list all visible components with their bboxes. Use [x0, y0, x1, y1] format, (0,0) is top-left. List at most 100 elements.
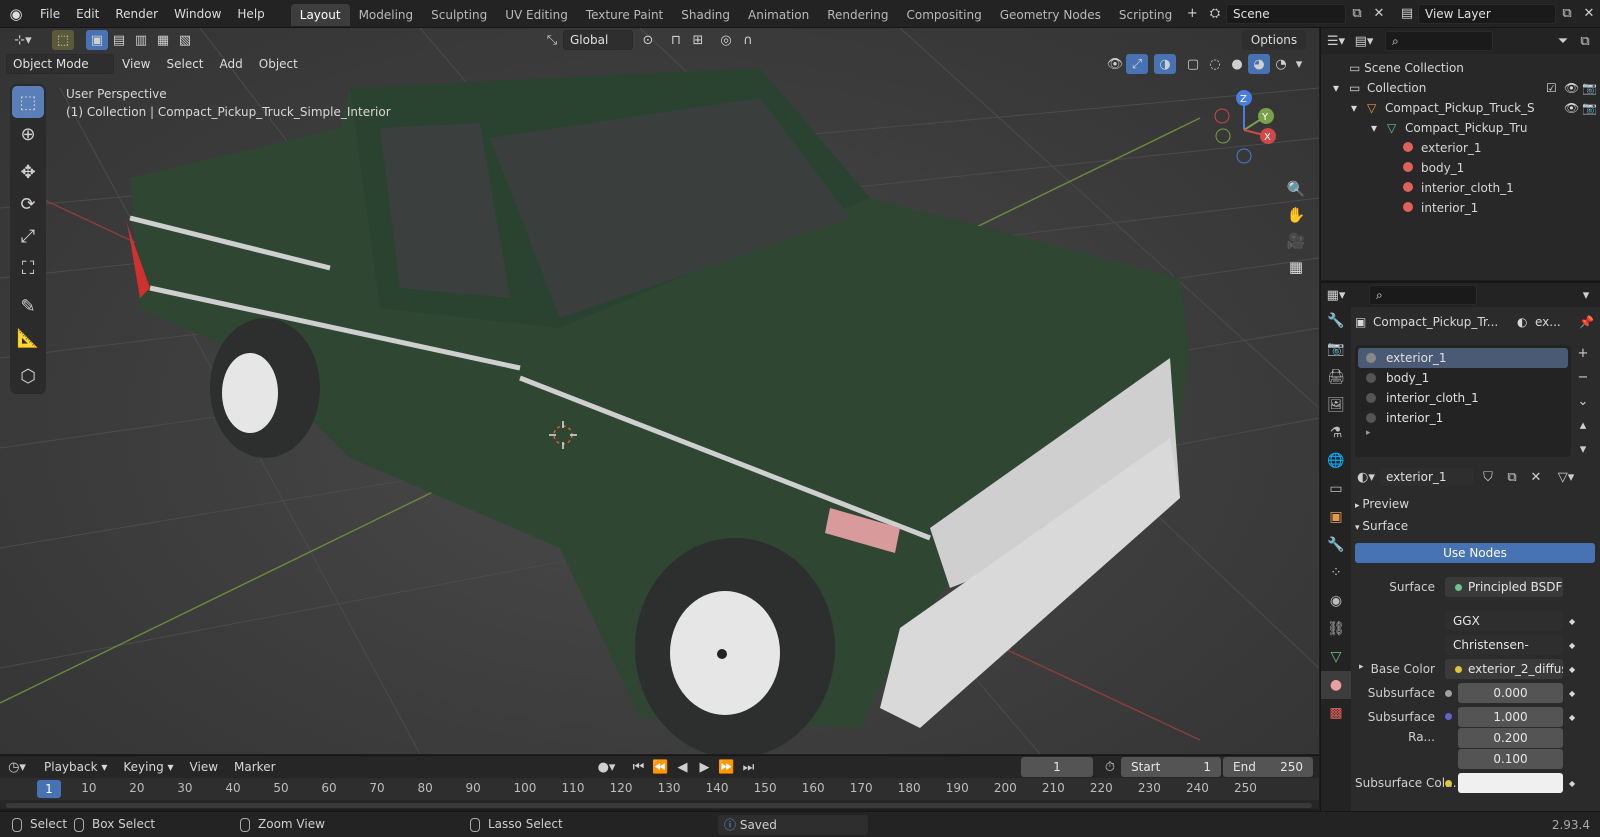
slot-specials-icon[interactable]: ⌄ [1572, 391, 1594, 411]
tree-item-mesh[interactable]: ▾ ▽ Compact_Pickup_Tru [1321, 118, 1600, 138]
pan-hand-icon[interactable]: ✋ [1283, 202, 1309, 228]
select-box-tool-icon[interactable]: ⬚ [12, 86, 44, 118]
transform-orientation-icon[interactable]: ⤡ [541, 30, 563, 50]
properties-editor-icon[interactable]: ▦▾ [1325, 285, 1347, 305]
jump-start-icon[interactable]: ⏮ [628, 757, 650, 777]
surface-panel-header[interactable]: ▾ Surface [1355, 515, 1595, 537]
move-slot-up-icon[interactable]: ▴ [1572, 415, 1594, 435]
shading-rendered-icon[interactable]: ◔ [1270, 54, 1292, 74]
shading-material-icon[interactable]: ◕ [1248, 54, 1270, 74]
menu-help[interactable]: Help [229, 0, 272, 28]
select-mode-invert-icon[interactable]: ▦ [152, 30, 174, 50]
zoom-icon[interactable]: 🔍 [1283, 176, 1309, 202]
base-color-expand-icon[interactable]: ▸ [1359, 662, 1364, 672]
move-tool-icon[interactable]: ✥ [12, 156, 44, 188]
tree-item-scene-collection[interactable]: ▭ Scene Collection [1321, 58, 1600, 78]
scene-tab-icon[interactable]: ⚗ [1321, 419, 1351, 447]
select-mode-new-icon[interactable]: ▣ [86, 30, 108, 50]
link-type-icon[interactable]: ▽▾ [1555, 467, 1577, 487]
menu-edit[interactable]: Edit [68, 0, 107, 28]
subsurface-method-select[interactable]: Christensen-Burley [1445, 635, 1563, 672]
view-layer-icon[interactable]: ▤ [1396, 4, 1418, 24]
menu-file[interactable]: File [32, 0, 68, 28]
tab-texture-paint[interactable]: Texture Paint [577, 4, 672, 26]
object-expand-icon[interactable]: ▾ [1351, 98, 1367, 118]
constraints-tab-icon[interactable]: ⛓ [1321, 615, 1351, 643]
subsurface-radius-y-field[interactable]: 0.200 [1458, 728, 1563, 748]
navigation-gizmo[interactable]: Z Y X [1206, 88, 1286, 168]
subsurface-field[interactable]: 0.000 [1458, 683, 1563, 703]
pivot-point-icon[interactable]: ⊙ [637, 30, 659, 50]
snap-icon[interactable]: ⊓ [665, 30, 687, 50]
menu-select[interactable]: Select [158, 53, 211, 75]
add-slot-icon[interactable]: + [1572, 343, 1594, 363]
object-tab-icon[interactable]: ▣ [1321, 503, 1351, 531]
subsurface-radius-x-field[interactable]: 1.000 [1458, 707, 1563, 727]
display-mode-icon[interactable]: ▤▾ [1353, 31, 1375, 51]
end-frame-field[interactable]: End 250 [1223, 757, 1313, 777]
object-camera-icon[interactable]: 📷 [1582, 98, 1600, 118]
rotate-tool-icon[interactable]: ⟳ [12, 188, 44, 220]
properties-options-icon[interactable]: ▾ [1575, 285, 1597, 305]
view-layer-selector[interactable]: View Layer [1418, 3, 1556, 24]
tree-item-material[interactable]: interior_cloth_1 [1321, 178, 1600, 198]
menu-view[interactable]: View [114, 53, 158, 75]
select-mode-subtract-icon[interactable]: ▥ [130, 30, 152, 50]
options-button[interactable]: Options [1242, 30, 1306, 50]
tree-item-material[interactable]: exterior_1 [1321, 138, 1600, 158]
preview-range-icon[interactable]: ⏱ [1099, 757, 1121, 777]
delete-view-layer-icon[interactable]: ✕ [1578, 4, 1600, 24]
tab-rendering[interactable]: Rendering [818, 4, 897, 26]
use-nodes-button[interactable]: Use Nodes [1355, 543, 1595, 563]
snap-target-icon[interactable]: ⊞ [687, 30, 709, 50]
move-slot-down-icon[interactable]: ▾ [1572, 439, 1594, 459]
menu-add[interactable]: Add [212, 53, 251, 75]
menu-playback[interactable]: Playback ▾ [36, 756, 115, 778]
tab-compositing[interactable]: Compositing [897, 4, 990, 26]
jump-end-icon[interactable]: ⏭ [738, 757, 760, 777]
proportional-edit-icon[interactable]: ◎ [715, 30, 737, 50]
mode-select[interactable]: Object Mode [6, 54, 114, 74]
output-tab-icon[interactable]: 🖨 [1321, 363, 1351, 391]
tree-item-object[interactable]: ▾ ▽ Compact_Pickup_Truck_S 👁 📷 [1321, 98, 1600, 118]
pin-icon[interactable]: 📌 [1579, 315, 1595, 329]
transform-tool-icon[interactable]: ⛶ [12, 252, 44, 284]
jump-keyframe-back-icon[interactable]: ⏪ [650, 757, 672, 777]
outliner-search-input[interactable]: ⌕ [1385, 31, 1493, 51]
collection-expand-icon[interactable]: ▾ [1333, 78, 1349, 98]
collection-tab-icon[interactable]: ▭ [1321, 475, 1351, 503]
subsurface-radius-z-field[interactable]: 0.100 [1458, 749, 1563, 769]
scale-tool-icon[interactable]: ⤢ [12, 220, 44, 252]
scene-icon[interactable]: ⛭ [1204, 4, 1226, 24]
delete-scene-icon[interactable]: ✕ [1368, 4, 1390, 24]
perspective-toggle-icon[interactable]: ▦ [1283, 254, 1309, 280]
blender-logo-icon[interactable]: ◉ [0, 5, 32, 23]
slot-list-expand-icon[interactable]: ▸ [1358, 428, 1568, 438]
menu-marker[interactable]: Marker [226, 756, 283, 778]
unlink-material-icon[interactable]: ✕ [1525, 467, 1547, 487]
material-name-field[interactable]: exterior_1 [1379, 467, 1475, 487]
filter-icon[interactable]: ⏷ [1552, 31, 1574, 51]
xray-icon[interactable]: ▢ [1182, 54, 1204, 74]
tree-item-collection[interactable]: ▾ ▭ Collection ☑ 👁 📷 [1321, 78, 1600, 98]
duplicate-material-icon[interactable]: ⧉ [1501, 467, 1523, 487]
render-tab-icon[interactable]: 📷 [1321, 335, 1351, 363]
distribution-keyframe-icon[interactable]: ◆ [1569, 617, 1575, 626]
shading-wireframe-icon[interactable]: ◌ [1204, 54, 1226, 74]
timeline-scrollbar[interactable] [6, 803, 1312, 808]
measure-tool-icon[interactable]: 📐 [12, 322, 44, 354]
collection-checkbox-icon[interactable]: ☑ [1546, 78, 1564, 98]
tab-shading[interactable]: Shading [672, 4, 739, 26]
3d-viewport[interactable]: ⊹▾ ⬚ ▣ ▤ ▥ ▦ ▧ ⤡ Global ⊙ ⊓ ⊞ ◎ ∩ Option… [0, 28, 1319, 754]
gizmo-icon[interactable]: ⤢ [1126, 54, 1148, 74]
preview-panel-header[interactable]: ▸ Preview [1355, 493, 1595, 515]
material-slot-item[interactable]: exterior_1 [1358, 348, 1568, 368]
timeline-ruler[interactable]: 1 10 20 30 40 50 60 70 80 90 100 110 120 130 140 150 16… [0, 778, 1319, 800]
current-frame-marker[interactable]: 1 [37, 780, 61, 798]
base-color-keyframe-icon[interactable]: ◆ [1569, 665, 1575, 674]
play-reverse-icon[interactable]: ◀ [672, 757, 694, 777]
subsurface-radius-keyframe-icon[interactable]: ◆ [1569, 713, 1575, 722]
menu-window[interactable]: Window [166, 0, 229, 28]
tab-uv-editing[interactable]: UV Editing [496, 4, 577, 26]
new-collection-icon[interactable]: ⧉ [1574, 31, 1596, 51]
